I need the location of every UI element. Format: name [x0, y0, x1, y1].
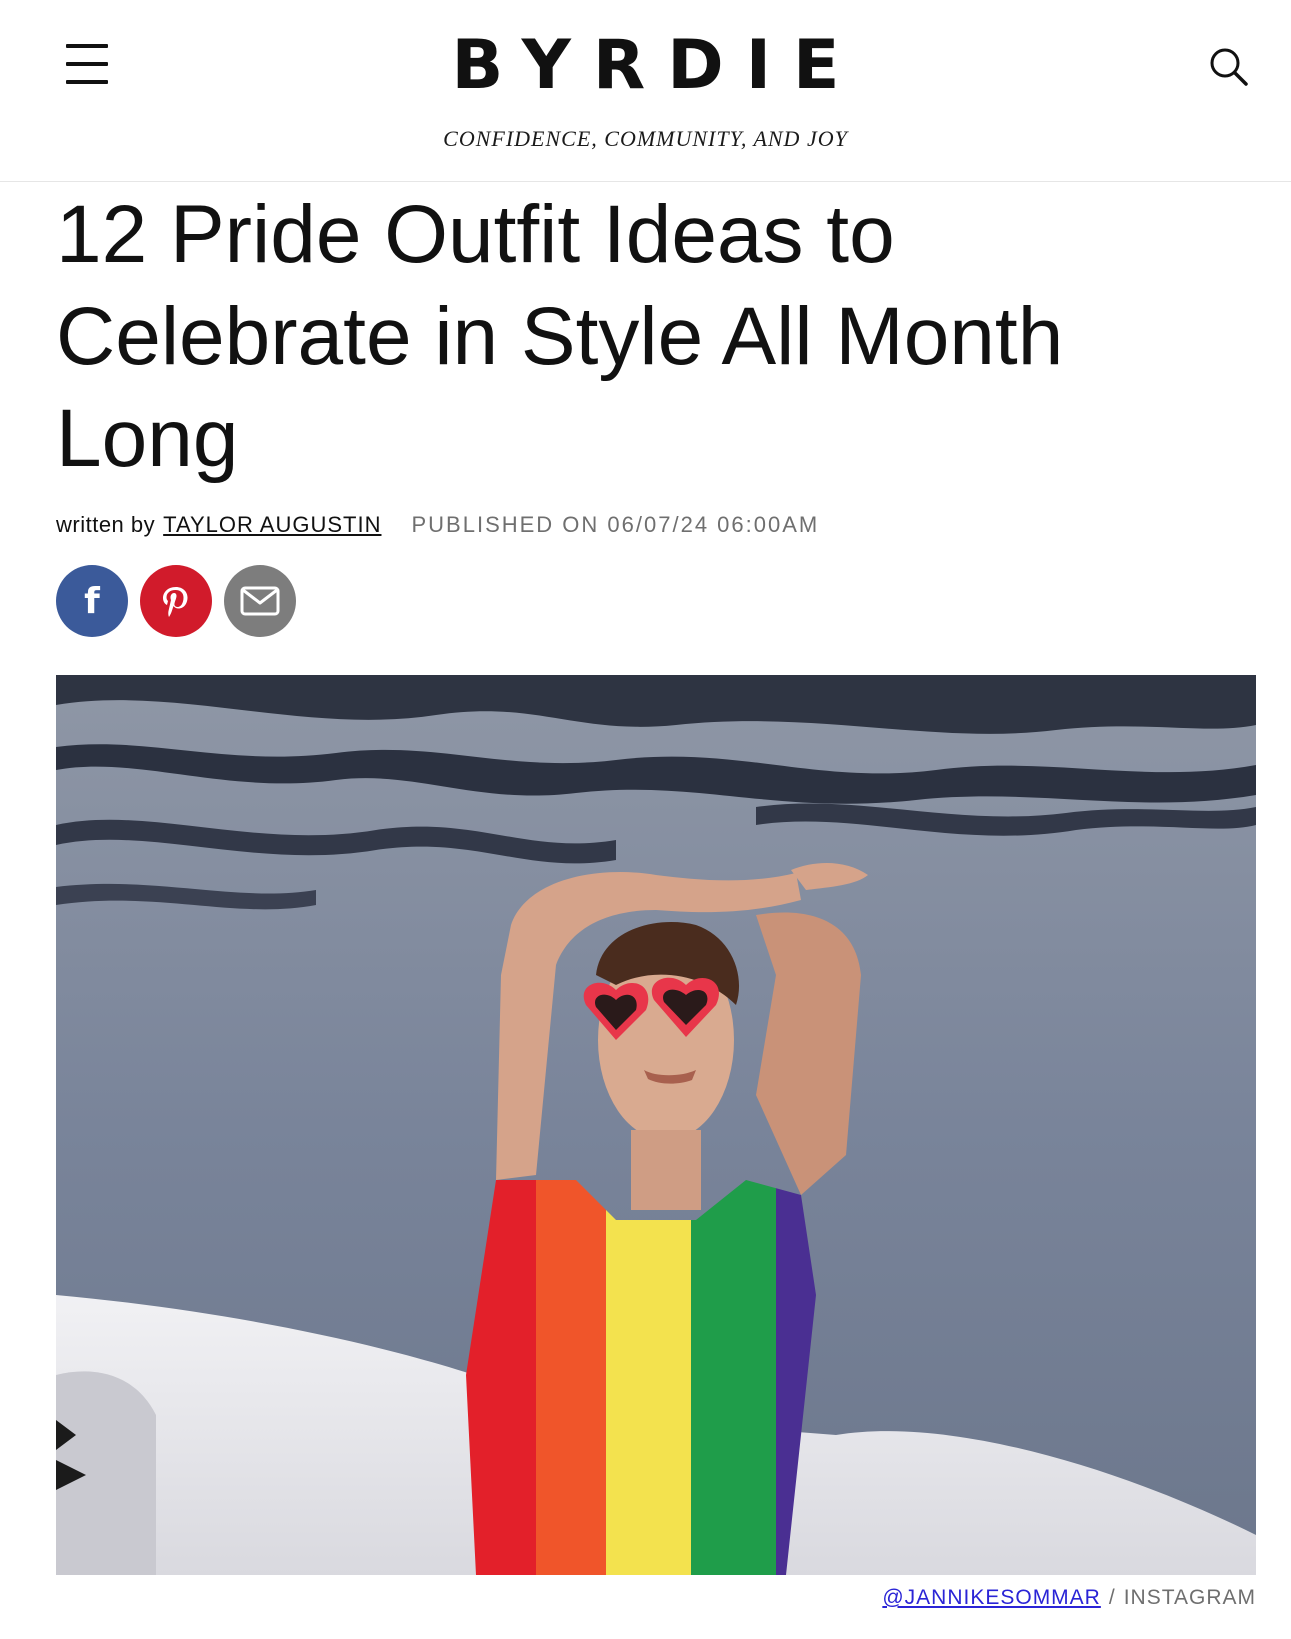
image-credit: @JANNIKESOMMAR / INSTAGRAM — [882, 1586, 1256, 1610]
byline: written by TAYLOR AUGUSTIN PUBLISHED ON … — [56, 510, 819, 540]
facebook-icon: f — [84, 580, 100, 622]
publish-date: PUBLISHED ON 06/07/24 06:00AM — [411, 512, 820, 537]
author-link[interactable]: TAYLOR AUGUSTIN — [163, 512, 381, 538]
credit-separator: / — [1108, 1586, 1116, 1609]
site-logo[interactable]: BYRDIE — [0, 26, 1291, 106]
pinterest-share-button[interactable] — [140, 565, 212, 637]
email-icon — [240, 586, 280, 616]
facebook-share-button[interactable]: f — [56, 565, 128, 637]
byline-prefix: written by — [56, 512, 156, 537]
credit-source: INSTAGRAM — [1123, 1586, 1256, 1609]
hero-image — [56, 675, 1256, 1575]
email-share-button[interactable] — [224, 565, 296, 637]
hero-photo-illustration — [56, 675, 1256, 1575]
site-header: BYRDIE CONFIDENCE, COMMUNITY, AND JOY — [0, 0, 1291, 182]
site-tagline: CONFIDENCE, COMMUNITY, AND JOY — [443, 126, 848, 151]
pinterest-icon — [163, 587, 188, 617]
article-title: 12 Pride Outfit Ideas to Celebrate in St… — [56, 189, 1064, 484]
search-icon[interactable] — [1206, 44, 1254, 92]
share-buttons: f — [56, 565, 296, 637]
credit-handle-link[interactable]: @JANNIKESOMMAR — [882, 1586, 1101, 1610]
